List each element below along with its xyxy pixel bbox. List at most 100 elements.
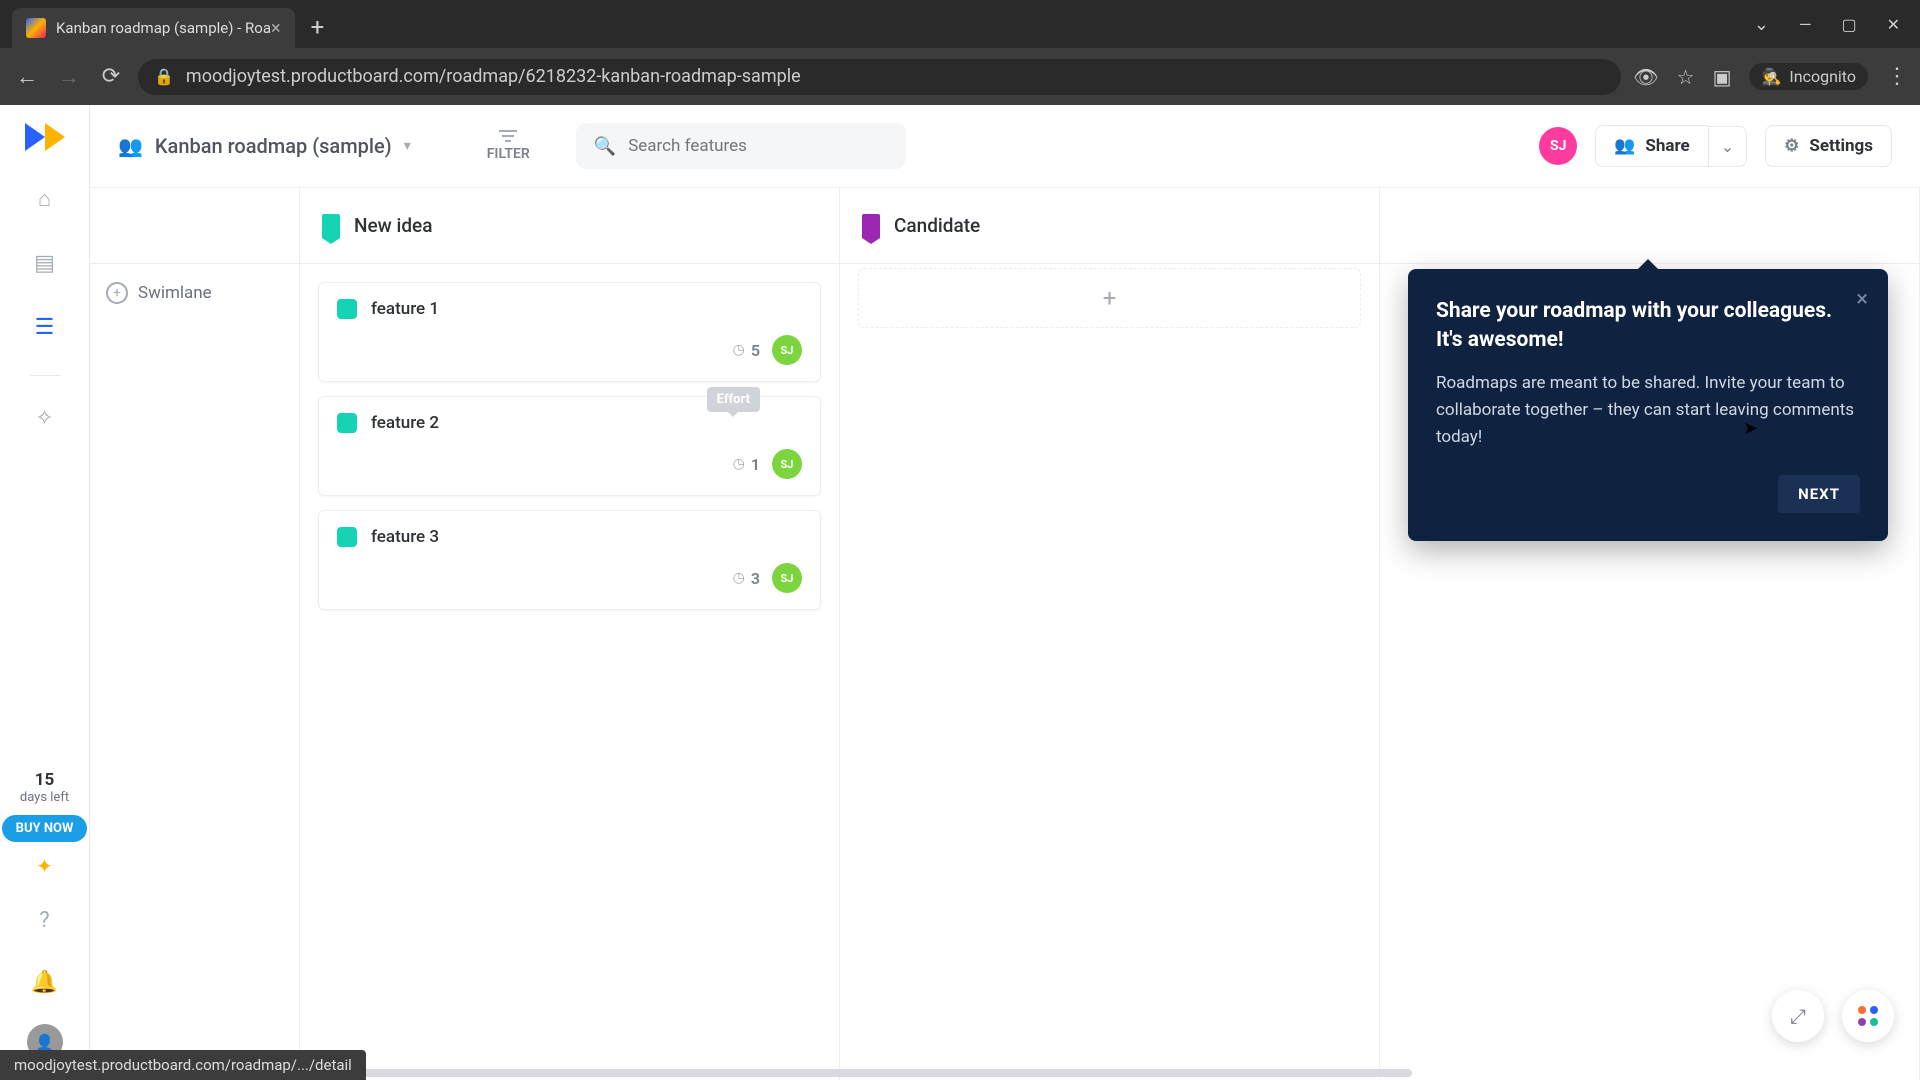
clock-icon: ◷ <box>733 570 745 586</box>
expand-fab-button[interactable]: ⤢ <box>1772 990 1824 1042</box>
clock-icon: ◷ <box>733 342 745 358</box>
incognito-label: Incognito <box>1789 67 1856 86</box>
maximize-icon[interactable]: ▢ <box>1841 15 1856 34</box>
share-label: Share <box>1645 136 1689 156</box>
feature-name: feature 2 <box>371 413 439 433</box>
effort-value: 3 <box>751 569 760 588</box>
filter-label: FILTER <box>487 146 530 162</box>
star-icon[interactable]: ☆ <box>1677 65 1695 89</box>
column-header[interactable]: New idea <box>300 188 839 264</box>
sidebar-roadmap-icon[interactable]: ☰ <box>25 307 65 347</box>
bookmark-icon <box>862 214 880 238</box>
browser-status-bar: moodjoytest.productboard.com/roadmap/...… <box>0 1050 366 1080</box>
effort-value: 1 <box>751 455 760 474</box>
trial-status: 15 days left BUY NOW <box>2 770 88 842</box>
url-text: moodjoytest.productboard.com/roadmap/621… <box>186 66 801 87</box>
gear-icon: ⚙ <box>1784 136 1799 156</box>
forward-icon[interactable]: → <box>54 64 84 90</box>
close-tab-icon[interactable]: × <box>271 18 281 39</box>
trial-days: 15 <box>2 770 88 790</box>
popover-close-icon[interactable]: × <box>1856 287 1868 312</box>
sidebar-divider <box>30 375 60 376</box>
expand-icon: ⤢ <box>1790 1004 1806 1028</box>
trial-days-label: days left <box>2 790 88 805</box>
tab-title: Kanban roadmap (sample) - Roa <box>56 19 271 37</box>
feature-color-chip <box>337 413 357 433</box>
incognito-badge[interactable]: 🕵 Incognito <box>1749 63 1868 90</box>
feature-color-chip <box>337 299 357 319</box>
popover-title: Share your roadmap with your colleagues.… <box>1436 297 1860 356</box>
address-bar[interactable]: 🔒 moodjoytest.productboard.com/roadmap/6… <box>138 59 1621 95</box>
feature-card[interactable]: feature 1 ◷ 5 SJ <box>318 282 821 382</box>
share-icon: 👥 <box>1614 136 1635 156</box>
column-header[interactable] <box>1380 188 1919 264</box>
feature-name: feature 1 <box>371 299 439 319</box>
horizontal-scrollbar[interactable] <box>105 1066 1920 1080</box>
feature-card[interactable]: Effort feature 2 ◷ 1 SJ <box>318 396 821 496</box>
search-box[interactable]: 🔍 <box>576 123 906 169</box>
help-icon[interactable]: ? <box>25 900 65 940</box>
popover-next-button[interactable]: NEXT <box>1778 475 1860 513</box>
add-card-button[interactable]: + <box>858 268 1361 328</box>
browser-menu-icon[interactable]: ⋮ <box>1886 64 1908 89</box>
current-user-avatar[interactable]: SJ <box>1539 127 1577 165</box>
effort-tooltip: Effort <box>707 387 760 412</box>
left-sidebar: ⌂ ▤ ☰ ✧ 15 days left BUY NOW ✦ ? 🔔 👤 <box>0 105 90 1080</box>
onboarding-popover: × Share your roadmap with your colleague… <box>1408 269 1888 541</box>
column-header[interactable]: Candidate <box>840 188 1379 264</box>
browser-tab-strip: Kanban roadmap (sample) - Roa × + ⌄ — ▢ … <box>0 0 1920 48</box>
settings-label: Settings <box>1809 136 1873 156</box>
people-icon: 👥 <box>118 134 143 158</box>
board-title-selector[interactable]: 👥 Kanban roadmap (sample) ▾ <box>118 134 411 158</box>
feature-card[interactable]: feature 3 ◷ 3 SJ <box>318 510 821 610</box>
minimize-icon[interactable]: — <box>1799 15 1812 34</box>
popover-body: Roadmaps are meant to be shared. Invite … <box>1436 370 1860 452</box>
logo-icon[interactable] <box>25 123 65 151</box>
kanban-column-candidate: Candidate + <box>840 188 1380 1080</box>
incognito-icon: 🕵 <box>1761 67 1781 86</box>
reload-icon[interactable]: ⟳ <box>96 64 126 89</box>
tabs-dropdown-icon[interactable]: ⌄ <box>1754 14 1769 35</box>
feature-name: feature 3 <box>371 527 439 547</box>
effort-value: 5 <box>751 341 760 360</box>
swimlane-column: + Swimlane <box>90 187 300 1080</box>
plus-circle-icon: + <box>106 282 128 304</box>
settings-button[interactable]: ⚙ Settings <box>1765 125 1892 167</box>
sidebar-magic-icon[interactable]: ✧ <box>25 398 65 438</box>
window-controls: ⌄ — ▢ ✕ <box>1754 14 1920 35</box>
apps-fab-button[interactable] <box>1842 990 1894 1042</box>
kanban-column-new-idea: New idea feature 1 ◷ 5 SJ <box>300 188 840 1080</box>
app-header: 👥 Kanban roadmap (sample) ▾ FILTER 🔍 SJ … <box>90 105 1920 187</box>
sparkle-icon[interactable]: ✦ <box>36 854 53 878</box>
filter-icon <box>499 130 517 142</box>
bell-icon[interactable]: 🔔 <box>25 962 65 1002</box>
share-button[interactable]: 👥 Share <box>1595 125 1709 167</box>
eye-off-icon[interactable]: 👁 <box>1633 65 1658 89</box>
swimlane-label: Swimlane <box>138 283 212 303</box>
browser-toolbar: ← → ⟳ 🔒 moodjoytest.productboard.com/roa… <box>0 48 1920 105</box>
sidebar-board-icon[interactable]: ▤ <box>25 243 65 283</box>
extension-icon[interactable]: ▣ <box>1713 65 1732 89</box>
add-swimlane-button[interactable]: + Swimlane <box>90 264 299 322</box>
sidebar-home-icon[interactable]: ⌂ <box>25 179 65 219</box>
assignee-avatar[interactable]: SJ <box>772 335 802 365</box>
close-window-icon[interactable]: ✕ <box>1887 15 1900 34</box>
back-icon[interactable]: ← <box>12 64 42 90</box>
browser-tab[interactable]: Kanban roadmap (sample) - Roa × <box>12 8 295 48</box>
feature-color-chip <box>337 527 357 547</box>
chevron-down-icon: ▾ <box>404 138 411 154</box>
assignee-avatar[interactable]: SJ <box>772 449 802 479</box>
new-tab-button[interactable]: + <box>311 13 325 41</box>
share-dropdown-button[interactable]: ⌄ <box>1709 126 1747 167</box>
lock-icon: 🔒 <box>154 67 174 86</box>
apps-grid-icon <box>1858 1006 1878 1026</box>
assignee-avatar[interactable]: SJ <box>772 563 802 593</box>
board-title: Kanban roadmap (sample) <box>155 134 392 158</box>
tab-favicon-icon <box>26 18 46 38</box>
search-icon: 🔍 <box>594 136 616 157</box>
search-input[interactable] <box>628 136 888 156</box>
column-title: New idea <box>354 214 432 237</box>
buy-now-button[interactable]: BUY NOW <box>2 815 88 842</box>
clock-icon: ◷ <box>733 456 745 472</box>
filter-button[interactable]: FILTER <box>487 130 530 162</box>
